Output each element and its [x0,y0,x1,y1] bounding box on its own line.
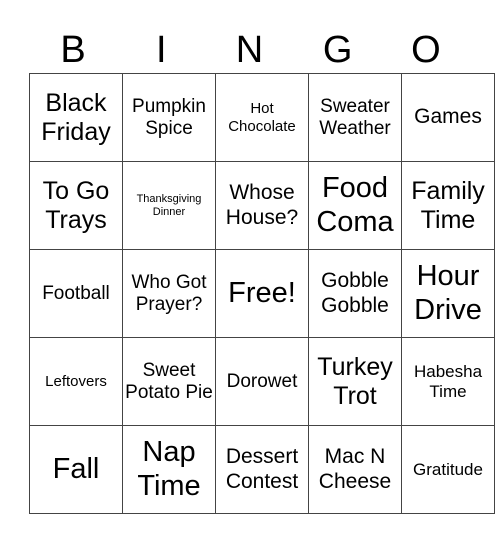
bingo-header: B I N G O [29,28,470,73]
bingo-cell[interactable]: Hot Chocolate [215,73,309,162]
bingo-row: Black Friday Pumpkin Spice Hot Chocolate Sw… [29,73,495,162]
bingo-cell[interactable]: Fall [29,425,123,514]
bingo-cell[interactable]: Black Friday [29,73,123,162]
bingo-cell[interactable]: Pumpkin Spice [122,73,216,162]
bingo-cell[interactable]: Gobble Gobble [308,249,402,338]
bingo-cell[interactable]: Thanksgiving Dinner [122,161,216,250]
bingo-cell[interactable]: Games [401,73,495,162]
bingo-row: To Go Trays Thanksgiving Dinner Whose Hous… [29,161,495,250]
bingo-cell[interactable]: Sweet Potato Pie [122,337,216,426]
bingo-cell[interactable]: To Go Trays [29,161,123,250]
header-letter-b: B [60,29,86,71]
bingo-cell[interactable]: Free! [215,249,309,338]
bingo-cell[interactable]: Habesha Time [401,337,495,426]
header-letter-g: G [322,29,353,71]
header-letter-i: I [156,29,167,71]
header-letter-n: N [235,29,264,71]
bingo-cell[interactable]: Whose House? [215,161,309,250]
bingo-cell[interactable]: Dessert Contest [215,425,309,514]
bingo-cell[interactable]: Football [29,249,123,338]
bingo-grid: Black Friday Pumpkin Spice Hot Chocolate Sw… [29,73,495,514]
header-letter-o: O [411,29,441,71]
bingo-cell[interactable]: Food Coma [308,161,402,250]
bingo-cell[interactable]: Sweater Weather [308,73,402,162]
bingo-row: Fall Nap Time Dessert Contest Mac N Cheese G… [29,425,495,514]
bingo-cell[interactable]: Hour Drive [401,249,495,338]
bingo-cell[interactable]: Mac N Cheese [308,425,402,514]
bingo-cell[interactable]: Turkey Trot [308,337,402,426]
bingo-cell[interactable]: Nap Time [122,425,216,514]
bingo-cell[interactable]: Who Got Prayer? [122,249,216,338]
bingo-cell[interactable]: Dorowet [215,337,309,426]
bingo-cell[interactable]: Gratitude [401,425,495,514]
bingo-row: Football Who Got Prayer? Free! Gobble Gobbl… [29,249,495,338]
bingo-row: Leftovers Sweet Potato Pie Dorowet Turkey T… [29,337,495,426]
bingo-cell[interactable]: Family Time [401,161,495,250]
bingo-cell[interactable]: Leftovers [29,337,123,426]
